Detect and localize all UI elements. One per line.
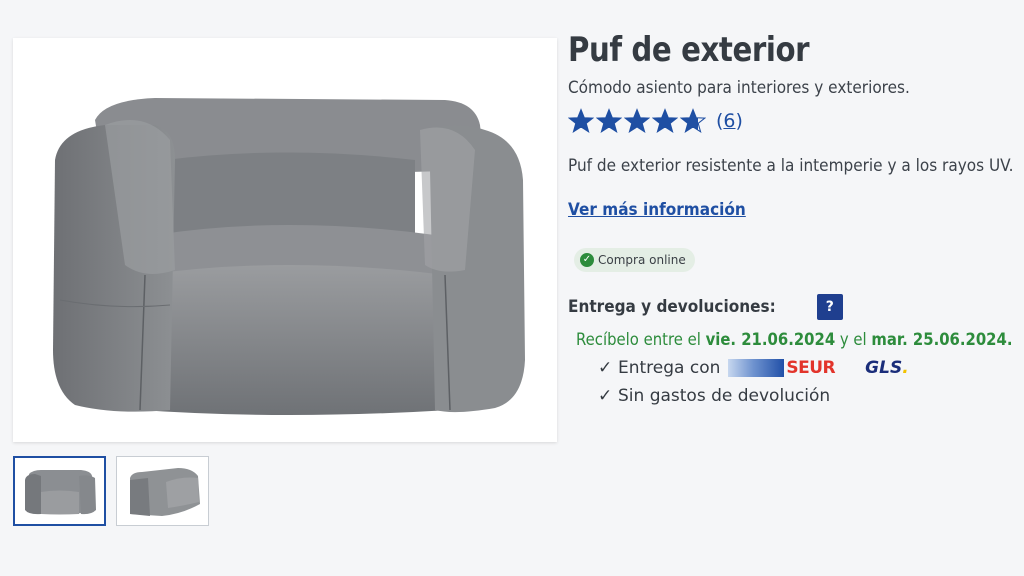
rating[interactable]: (6) — [568, 108, 1024, 134]
product-title: Puf de exterior — [568, 30, 810, 70]
star-icon — [652, 108, 678, 134]
delivery-estimate: Recíbelo entre el vie. 21.06.2024 y el m… — [568, 328, 1024, 350]
thumbnail-front[interactable] — [13, 456, 106, 526]
delivery-prefix: Recíbelo entre el — [576, 329, 701, 349]
rating-stars — [568, 108, 706, 134]
delivery-date-from: vie. 21.06.2024 — [705, 329, 836, 349]
delivery-features: ✓ Entrega con SEUR GLS. ✓ Sin gastos de … — [598, 354, 1024, 410]
delivery-date-to: mar. 25.06.2024. — [871, 329, 1013, 349]
product-description: Puf de exterior resistente a la intemper… — [568, 156, 1014, 176]
badge-label: Compra online — [598, 253, 686, 267]
bean-bag-chair-image — [53, 98, 525, 415]
feature-carrier: ✓ Entrega con SEUR GLS. — [598, 354, 1024, 382]
online-purchase-badge: ✓ Compra online — [574, 248, 695, 272]
seur-logo: SEUR — [728, 358, 836, 378]
feature-label: Entrega con — [618, 358, 721, 378]
help-button[interactable]: ? — [816, 294, 843, 320]
feature-label: Sin gastos de devolución — [618, 386, 831, 406]
delivery-connector: y el — [839, 329, 867, 349]
gls-logo: GLS. — [865, 358, 909, 378]
star-icon — [568, 108, 594, 134]
main-product-image[interactable] — [13, 38, 557, 442]
checkmark-icon: ✓ — [598, 358, 613, 378]
product-subtitle: Cómodo asiento para interiores y exterio… — [568, 78, 910, 98]
star-icon — [680, 108, 706, 134]
thumbnail-side[interactable] — [116, 456, 209, 526]
checkmark-icon: ✓ — [598, 386, 613, 406]
review-count-link[interactable]: (6) — [716, 110, 743, 132]
delivery-header: Entrega y devoluciones: ? — [568, 294, 1024, 320]
seur-logo-text: SEUR — [786, 358, 836, 378]
thumbnail-front-image — [24, 470, 96, 515]
check-circle-icon: ✓ — [580, 253, 594, 267]
product-info: Puf de exterior Cómodo asiento para inte… — [568, 28, 1024, 410]
seur-logo-bars — [728, 359, 785, 377]
star-icon — [596, 108, 622, 134]
feature-free-returns: ✓ Sin gastos de devolución — [598, 382, 1024, 410]
thumbnail-strip — [13, 456, 209, 526]
thumbnail-side-image — [129, 468, 200, 516]
star-icon — [624, 108, 650, 134]
more-info-link[interactable]: Ver más información — [568, 200, 746, 220]
delivery-title: Entrega y devoluciones: — [568, 297, 776, 317]
